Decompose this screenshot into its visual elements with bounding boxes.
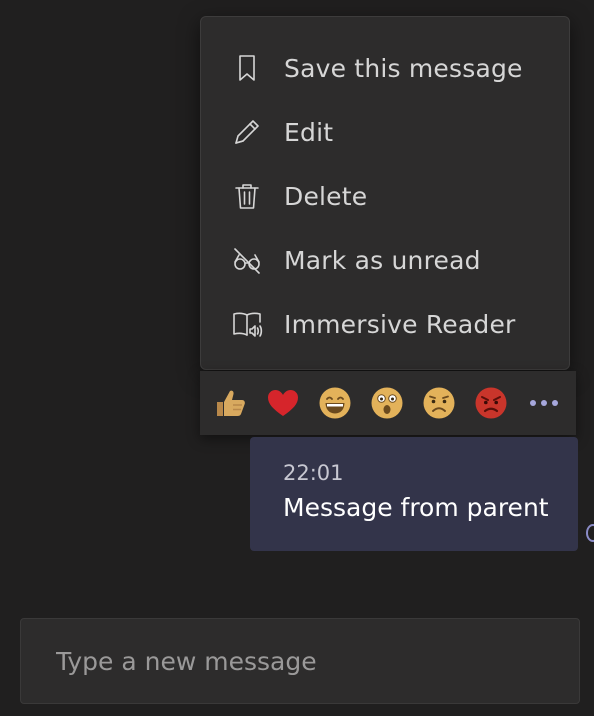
menu-item-label: Immersive Reader [284,309,516,339]
menu-item-label: Save this message [284,53,523,83]
more-dot [530,400,536,406]
angry-icon[interactable] [472,384,510,422]
read-receipt-icon [586,524,594,542]
message-context-menu: Save this message Edit Delete Mark as un… [200,16,570,370]
menu-item-label: Mark as unread [284,245,481,275]
surprised-icon[interactable] [368,384,406,422]
menu-item-edit[interactable]: Edit [201,100,569,164]
menu-item-label: Edit [284,117,334,147]
message-text: Message from parent [283,493,549,522]
menu-item-save-message[interactable]: Save this message [201,36,569,100]
compose-box[interactable] [20,618,580,704]
reaction-bar [200,371,576,435]
more-options-icon[interactable] [526,392,562,414]
sad-icon[interactable] [420,384,458,422]
compose-input[interactable] [54,645,579,677]
thumbs-up-icon[interactable] [212,384,250,422]
menu-item-label: Delete [284,181,368,211]
heart-icon[interactable] [264,384,302,422]
message-timestamp: 22:01 [283,461,344,485]
immersive-reader-icon [230,307,264,341]
chat-message[interactable]: 22:01 Message from parent [250,437,578,551]
bookmark-icon [230,51,264,85]
menu-item-immersive-reader[interactable]: Immersive Reader [201,292,569,356]
pencil-icon [230,115,264,149]
menu-item-delete[interactable]: Delete [201,164,569,228]
trash-icon [230,179,264,213]
mark-unread-icon [230,243,264,277]
more-dot [552,400,558,406]
laugh-icon[interactable] [316,384,354,422]
menu-item-mark-unread[interactable]: Mark as unread [201,228,569,292]
more-dot [541,400,547,406]
